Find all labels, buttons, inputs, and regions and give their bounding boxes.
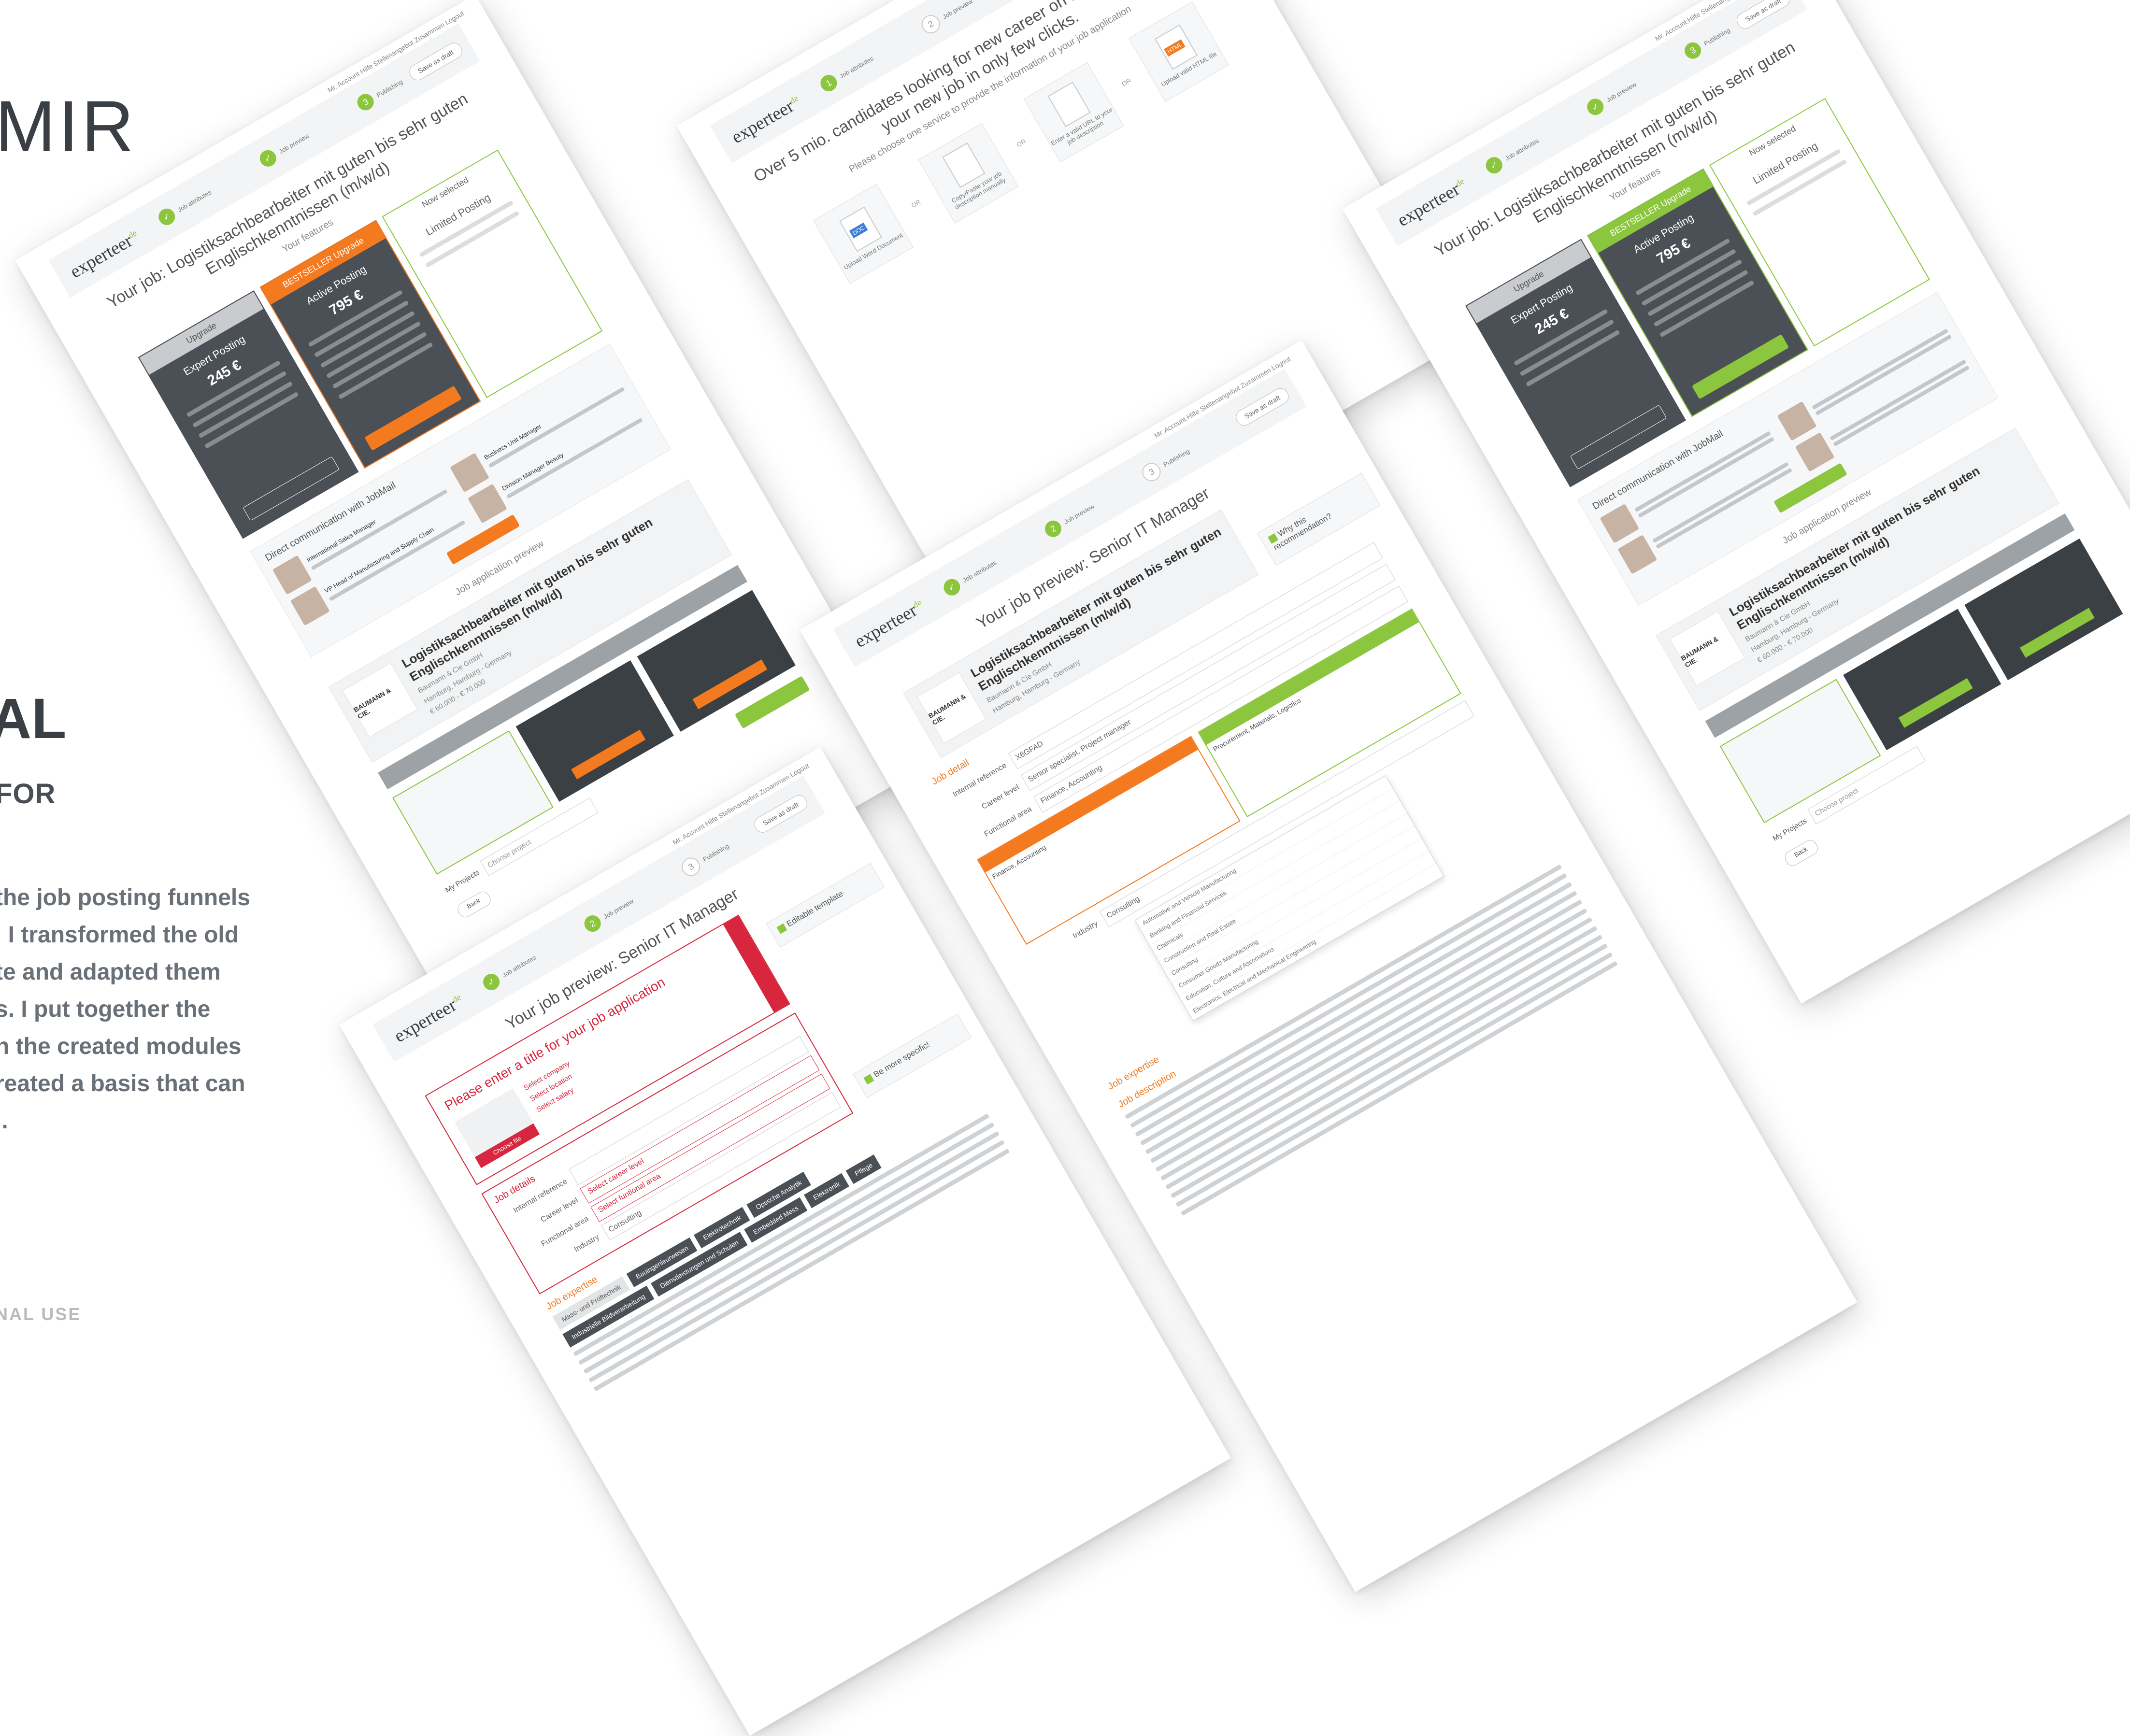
company-logo: BAUMANN & CIE. [342,662,418,738]
avatar [467,484,507,524]
description-line: n the created modules [0,1034,242,1059]
step-job-preview[interactable]: 2 Job preview [1042,498,1098,541]
url-option[interactable]: Enter a valid URL to your job descriptio… [1023,62,1124,163]
description-line: l. [0,1108,8,1134]
check-icon: ✓ [257,147,280,170]
step-number: 3 [678,854,704,880]
projects-label: My Projects [443,868,481,895]
description-line: the job posting funnels [0,885,250,911]
step-number: 3 [1139,459,1164,484]
or-separator: OR [1120,76,1132,88]
portfolio-footnote: NAL USE [0,1304,82,1324]
check-icon: ✓ [480,970,503,994]
copy-paste-option[interactable]: Copy/Paste your job description manually [918,123,1019,224]
step-number: 3 [1682,39,1704,62]
step-number: 2 [581,912,604,935]
portfolio-heading: AL [0,687,67,751]
check-icon: ✓ [1584,95,1607,118]
description-line: s. I put together the [0,996,211,1022]
avatar [272,555,312,595]
step-number: 1 [817,71,840,95]
avatar [449,453,489,493]
be-specific-hint: Be more specific! [853,1013,972,1098]
step-publishing[interactable]: 3 Publishing [1682,22,1733,62]
portfolio-brand: MIR [0,85,137,167]
check-icon: ✓ [941,576,963,598]
check-icon [776,923,787,934]
step-publishing[interactable]: 3 Publishing [678,837,733,880]
company-logo: BAUMANN & CIE. [916,672,986,744]
avatar [1777,401,1817,441]
portfolio-description: the job posting funnels . I transformed … [0,879,285,1139]
step-job-preview[interactable]: ✓ Job preview [257,128,313,170]
description-line: . I transformed the old [0,922,239,948]
step-job-preview[interactable]: 2 Job preview [918,0,977,37]
check-icon: ✓ [1483,154,1505,177]
step-number: 2 [918,12,943,37]
company-logo: BAUMANN & CIE. [1669,611,1745,686]
step-job-preview[interactable]: 2 Job preview [581,892,637,936]
description-line: reated a basis that can [0,1071,245,1096]
step-publishing[interactable]: 3 Publishing [354,74,406,114]
step-number: 2 [1042,517,1065,540]
portfolio-subheading: FOR [0,778,56,810]
check-icon [863,1073,874,1084]
avatar [290,586,330,626]
step-publishing[interactable]: 3 Publishing [1139,442,1194,484]
back-button[interactable]: Back [455,889,493,920]
or-separator: OR [1015,137,1027,148]
upload-word-option[interactable]: Upload Word Document [813,184,914,284]
projects-label: My Projects [1771,816,1808,843]
avatar [1795,432,1835,472]
check-icon: ✓ [155,205,178,228]
avatar [1600,503,1640,543]
description-line: te and adapted them [0,959,221,985]
step-job-preview[interactable]: ✓ Job preview [1584,76,1640,118]
step-number: 3 [354,90,377,114]
upload-html-option[interactable]: Upload valid HTML file [1129,1,1229,102]
or-separator: OR [910,198,922,209]
save-draft-button[interactable]: Save as draft [1733,0,1793,32]
back-button[interactable]: Back [1782,838,1820,868]
avatar [1617,534,1658,574]
choose-file-button[interactable]: Choose file [474,1123,540,1168]
